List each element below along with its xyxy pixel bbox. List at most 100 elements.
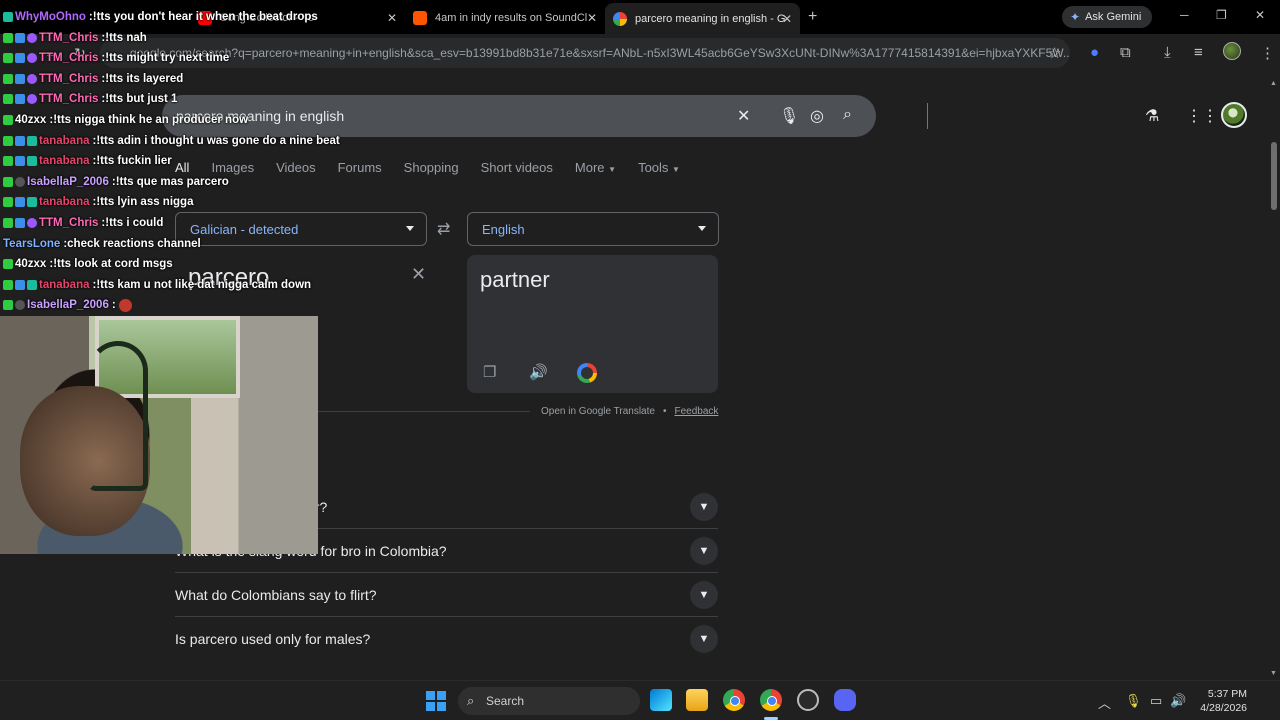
ask-gemini-button[interactable]: ✦ Ask Gemini bbox=[1062, 6, 1152, 28]
translation-output-box: partner ❐ 🔊 bbox=[467, 255, 718, 393]
taskbar-search[interactable]: ⌕ Search bbox=[458, 687, 640, 715]
microphone-tray-icon[interactable]: 🎙 bbox=[1125, 693, 1142, 709]
filter-forums[interactable]: Forums bbox=[338, 160, 382, 180]
lens-camera-icon[interactable]: ◎ bbox=[810, 106, 824, 126]
open-in-translate-link[interactable]: Open in Google Translate bbox=[541, 406, 655, 417]
scroll-down-arrow[interactable]: ▼ bbox=[1270, 670, 1277, 677]
chat-message: TearsLone: check reactions channel bbox=[3, 235, 201, 253]
chat-badge-blue-icon bbox=[15, 73, 25, 84]
ask-gemini-label: Ask Gemini bbox=[1085, 11, 1142, 23]
filter-shopping[interactable]: Shopping bbox=[404, 160, 459, 180]
clear-search-icon[interactable]: ✕ bbox=[737, 106, 750, 126]
microphone-icon[interactable]: 🎙 bbox=[779, 106, 799, 126]
chat-badge-gray-icon bbox=[15, 176, 25, 187]
chevron-down-icon[interactable]: ▼ bbox=[690, 537, 718, 565]
search-divider bbox=[927, 103, 928, 129]
minimize-icon[interactable]: ─ bbox=[1180, 8, 1189, 22]
chat-message: TTM_Chris: !tts its layered bbox=[3, 70, 183, 88]
scroll-up-arrow[interactable]: ▲ bbox=[1270, 80, 1277, 87]
chat-badge-blue-icon bbox=[15, 135, 25, 146]
speaker-icon[interactable]: 🔊 bbox=[529, 363, 548, 381]
chat-text: check reactions channel bbox=[67, 237, 201, 250]
new-tab-button[interactable]: + bbox=[808, 8, 817, 26]
chat-text: !tts look at cord msgs bbox=[53, 258, 173, 271]
chat-text: !tts you don't hear it when the beat dro… bbox=[92, 11, 318, 23]
chat-username: 40zxx bbox=[15, 114, 47, 126]
chat-username: TTM_Chris bbox=[39, 93, 99, 106]
search-icon[interactable]: ⌕ bbox=[843, 106, 852, 124]
tab-google-search[interactable]: parcero meaning in english - G ✕ bbox=[605, 3, 800, 34]
filter-tools[interactable]: Tools ▼ bbox=[638, 160, 680, 180]
paa-item[interactable]: Is parcero used only for males? ▼ bbox=[175, 617, 718, 661]
extensions-puzzle-icon[interactable]: ⧉ bbox=[1120, 44, 1131, 61]
profile-avatar-small[interactable] bbox=[1223, 42, 1241, 60]
filter-short-videos[interactable]: Short videos bbox=[481, 160, 553, 180]
tab-soundcloud[interactable]: 4am in indy results on SoundCl ✕ bbox=[405, 5, 605, 30]
chat-text: !tts nigga think he an producer now bbox=[53, 114, 249, 126]
chat-message: tanabana: !tts lyin ass nigga bbox=[3, 193, 193, 211]
paa-item[interactable]: What do Colombians say to flirt? ▼ bbox=[175, 573, 718, 617]
chat-badge-green-icon bbox=[3, 176, 13, 187]
filter-videos[interactable]: Videos bbox=[276, 160, 316, 180]
chat-message: 40zxx: !tts look at cord msgs bbox=[3, 255, 173, 273]
discord-icon[interactable] bbox=[834, 689, 856, 711]
chrome-profile-icon[interactable] bbox=[760, 689, 782, 711]
filter-more[interactable]: More ▼ bbox=[575, 160, 616, 180]
obs-icon[interactable] bbox=[797, 689, 819, 711]
file-explorer-icon[interactable] bbox=[686, 689, 708, 711]
chat-text: !tts i could bbox=[105, 217, 164, 229]
source-language-select[interactable]: Galician - detected bbox=[175, 212, 427, 246]
restore-icon[interactable]: ❐ bbox=[1216, 8, 1227, 22]
close-icon[interactable]: ✕ bbox=[782, 12, 792, 26]
media-control-icon[interactable]: ≡ bbox=[1194, 44, 1203, 61]
chat-badge-teal-icon bbox=[3, 12, 13, 22]
close-icon[interactable]: ✕ bbox=[587, 11, 597, 25]
chat-badge-teal-icon bbox=[27, 197, 37, 208]
chat-badge-green-icon bbox=[3, 259, 13, 270]
swap-languages-icon[interactable]: ⇄ bbox=[437, 219, 450, 239]
scrollbar-thumb[interactable] bbox=[1271, 142, 1277, 210]
volume-icon[interactable]: 🔊 bbox=[1170, 693, 1186, 709]
target-language-select[interactable]: English bbox=[467, 212, 719, 246]
chat-badge-gray-icon bbox=[15, 300, 25, 311]
menu-kebab-icon[interactable]: ⋮ bbox=[1260, 44, 1275, 62]
tray-chevron-up-icon[interactable]: ︿ bbox=[1098, 693, 1111, 712]
clock-date: 4/28/2026 bbox=[1200, 702, 1247, 714]
chevron-down-icon[interactable]: ▼ bbox=[690, 625, 718, 653]
chat-emote-icon bbox=[118, 298, 132, 312]
chat-badge-blue-icon bbox=[15, 53, 25, 64]
chat-badge-purple-icon bbox=[27, 32, 37, 43]
gemini-sparkle-icon: ✦ bbox=[1070, 10, 1081, 24]
source-language-label: Galician - detected bbox=[190, 221, 299, 237]
chat-message: TTM_Chris: !tts i could bbox=[3, 214, 163, 232]
account-avatar[interactable] bbox=[1221, 102, 1247, 128]
caret-down-icon: ▼ bbox=[608, 165, 617, 174]
bookmark-star-icon[interactable]: ☆ bbox=[1048, 44, 1061, 62]
chrome-icon[interactable] bbox=[723, 689, 745, 711]
labs-flask-icon[interactable]: ⚗ bbox=[1145, 106, 1159, 126]
chat-username: TTM_Chris bbox=[39, 52, 99, 65]
search-icon: ⌕ bbox=[467, 693, 475, 708]
chevron-down-icon[interactable]: ▼ bbox=[690, 581, 718, 609]
filter-more-label: More bbox=[574, 160, 605, 175]
chat-text: !tts might try next time bbox=[105, 52, 230, 65]
copy-icon[interactable]: ❐ bbox=[483, 363, 496, 381]
system-clock[interactable]: 5:37 PM 4/28/2026 bbox=[1195, 687, 1247, 715]
google-apps-icon[interactable]: ⋮⋮ bbox=[1186, 106, 1218, 126]
chat-badge-green-icon bbox=[3, 115, 13, 125]
chat-message: TTM_Chris: !tts nah bbox=[3, 29, 147, 47]
clear-source-icon[interactable]: ✕ bbox=[411, 264, 426, 285]
chat-badge-purple-icon bbox=[27, 94, 37, 105]
network-icon[interactable]: ▭ bbox=[1150, 693, 1162, 709]
chat-username: tanabana bbox=[39, 278, 90, 291]
extension-icon[interactable]: ● bbox=[1090, 44, 1099, 61]
chevron-down-icon[interactable]: ▼ bbox=[690, 493, 718, 521]
windows-start-icon[interactable] bbox=[426, 691, 446, 711]
chat-badge-green-icon bbox=[3, 32, 13, 43]
feedback-link[interactable]: Feedback bbox=[674, 406, 718, 417]
close-icon[interactable]: ✕ bbox=[387, 11, 397, 25]
address-bar[interactable]: google.com/search?q=parcero+meaning+in+e… bbox=[100, 38, 1070, 68]
close-window-icon[interactable]: ✕ bbox=[1255, 8, 1265, 22]
download-icon[interactable]: ⤓ bbox=[1164, 44, 1171, 61]
microsoft-store-icon[interactable] bbox=[650, 689, 672, 711]
